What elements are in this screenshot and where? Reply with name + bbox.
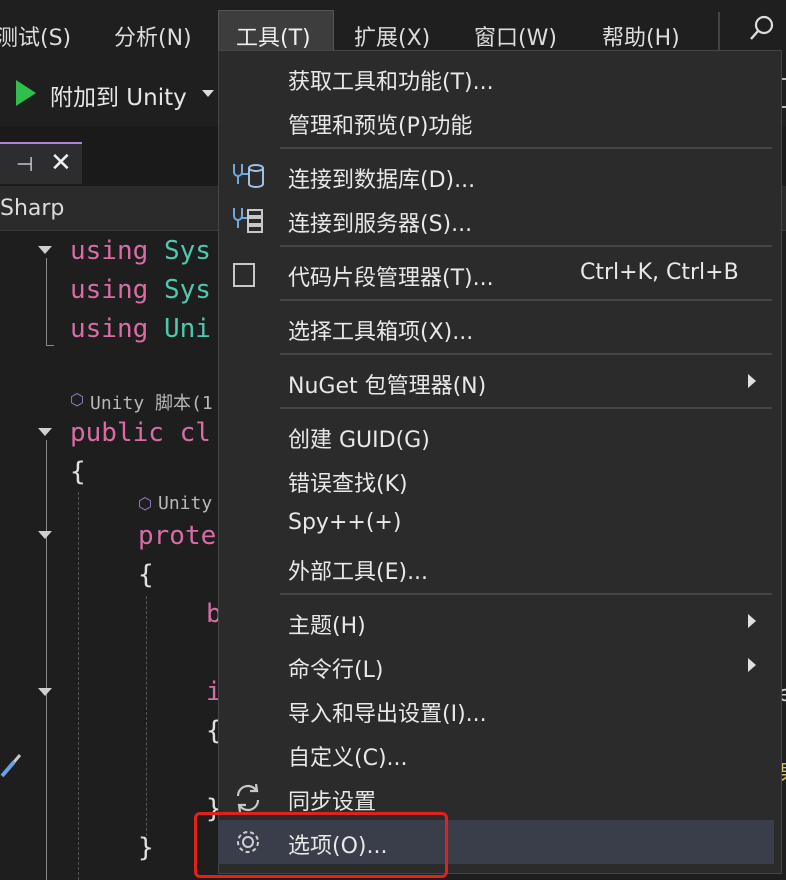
code-line: prote — [138, 521, 217, 551]
attach-to-unity-button[interactable]: 附加到 Unity — [50, 78, 187, 112]
menubar-divider — [718, 12, 720, 52]
highlight-annotation-box — [194, 812, 448, 878]
menu-item-spy[interactable]: Spy++(+) — [218, 502, 774, 546]
menu-item-theme[interactable]: 主题(H) — [218, 600, 774, 644]
snippet-icon — [233, 263, 255, 287]
chevron-right-icon — [748, 374, 756, 388]
menu-item-choose-toolbox[interactable]: 选择工具箱项(X)... — [218, 306, 774, 350]
fold-line-end — [46, 345, 54, 346]
unity-icon: ⬡ — [138, 494, 152, 513]
menu-item-get-tools[interactable]: 获取工具和功能(T)... — [218, 56, 774, 100]
menu-item-snippet-manager[interactable]: 代码片段管理器(T)... Ctrl+K, Ctrl+B — [218, 252, 774, 296]
menu-item-label: 连接到数据库(D)... — [288, 168, 476, 193]
fold-toggle-icon[interactable] — [38, 688, 52, 696]
menu-item-label: 错误查找(K) — [288, 472, 408, 497]
menu-item-nuget[interactable]: NuGet 包管理器(N) — [218, 360, 774, 404]
pin-icon[interactable]: ⊣ — [16, 152, 33, 176]
database-plug-icon — [233, 164, 264, 188]
menu-item-label: 主题(H) — [288, 614, 366, 639]
play-icon[interactable] — [16, 80, 36, 106]
codelens[interactable]: Unity — [158, 493, 212, 514]
code-line: public cl — [70, 418, 211, 448]
fold-toggle-icon[interactable] — [38, 428, 52, 436]
menu-item-label: NuGet 包管理器(N) — [288, 374, 487, 399]
menu-item-connect-server[interactable]: 连接到服务器(S)... — [218, 198, 774, 242]
code-line: using Sys — [70, 236, 211, 266]
menu-analyze[interactable]: 分析(N) — [114, 20, 192, 52]
menu-help[interactable]: 帮助(H) — [602, 20, 680, 52]
code-line: using Uni — [70, 314, 211, 344]
menu-item-label: 选择工具箱项(X)... — [288, 320, 474, 345]
menu-item-label: Spy++(+) — [288, 510, 402, 535]
menu-item-label: 导入和导出设置(I)... — [288, 702, 487, 727]
server-plug-icon — [233, 208, 263, 233]
menu-separator — [280, 593, 772, 595]
menu-item-import-export[interactable]: 导入和导出设置(I)... — [218, 688, 774, 732]
indent-guide — [146, 596, 147, 836]
menu-tools[interactable]: 工具(T) — [236, 20, 311, 52]
screwdriver-icon[interactable] — [0, 752, 22, 778]
menu-separator — [280, 299, 772, 301]
menu-item-shortcut: Ctrl+K, Ctrl+B — [580, 260, 739, 285]
chevron-down-icon[interactable] — [202, 90, 214, 97]
fold-toggle-icon[interactable] — [38, 246, 52, 254]
code-line: using Sys — [70, 275, 211, 305]
chevron-right-icon — [748, 614, 756, 628]
menu-separator — [280, 147, 772, 149]
search-icon[interactable] — [748, 14, 776, 42]
menu-item-label: 自定义(C)... — [288, 746, 408, 771]
sync-icon — [236, 783, 260, 813]
menu-item-label: 管理和预览(P)功能 — [288, 114, 473, 139]
menu-test[interactable]: 测试(S) — [0, 20, 71, 52]
unity-icon: ⬡ — [70, 390, 84, 409]
menu-item-label: 代码片段管理器(T)... — [288, 266, 494, 291]
fold-toggle-icon[interactable] — [38, 531, 52, 539]
menu-item-connect-database[interactable]: 连接到数据库(D)... — [218, 154, 774, 198]
fold-line — [46, 258, 47, 346]
menu-window[interactable]: 窗口(W) — [474, 20, 557, 52]
menu-separator — [280, 353, 772, 355]
code-brace: { — [138, 560, 154, 590]
menu-separator — [280, 407, 772, 409]
project-dropdown[interactable]: Sharp — [0, 196, 64, 221]
menu-item-label: 创建 GUID(G) — [288, 428, 430, 453]
menu-item-label: 连接到服务器(S)... — [288, 212, 473, 237]
menu-item-error-lookup[interactable]: 错误查找(K) — [218, 458, 774, 502]
menu-item-external-tools[interactable]: 外部工具(E)... — [218, 546, 774, 590]
menu-item-label: 获取工具和功能(T)... — [288, 70, 494, 95]
indent-guide — [78, 492, 79, 880]
menu-extensions[interactable]: 扩展(X) — [354, 20, 430, 52]
menu-item-manage-preview[interactable]: 管理和预览(P)功能 — [218, 100, 774, 144]
codelens[interactable]: Unity 脚本(1 — [90, 389, 213, 415]
close-icon[interactable]: ✕ — [50, 148, 72, 178]
menu-item-create-guid[interactable]: 创建 GUID(G) — [218, 414, 774, 458]
chevron-right-icon — [748, 658, 756, 672]
menu-item-label: 命令行(L) — [288, 658, 384, 683]
fold-line — [46, 440, 47, 880]
menu-item-customize[interactable]: 自定义(C)... — [218, 732, 774, 776]
code-brace: { — [70, 457, 86, 487]
code-brace: } — [138, 833, 154, 863]
menu-separator — [280, 245, 772, 247]
menu-item-label: 外部工具(E)... — [288, 560, 429, 585]
menu-item-command-line[interactable]: 命令行(L) — [218, 644, 774, 688]
